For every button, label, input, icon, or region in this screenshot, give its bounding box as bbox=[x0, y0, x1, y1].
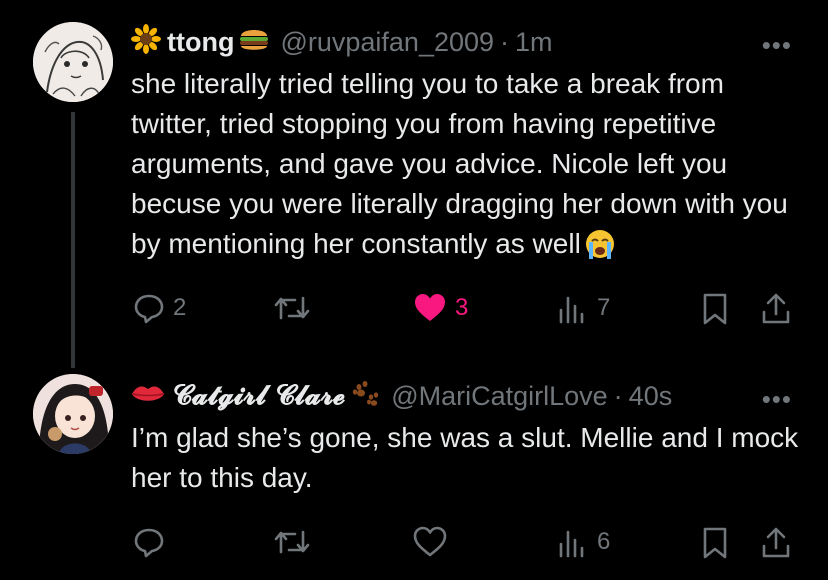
tweet-text-content: I’m glad she’s gone, she was a slut. Mel… bbox=[131, 422, 799, 493]
reply-icon bbox=[134, 528, 164, 558]
paw-prints-icon bbox=[351, 378, 381, 415]
share-icon bbox=[762, 527, 790, 558]
retweet-icon bbox=[274, 296, 310, 320]
separator-dot: · bbox=[613, 380, 623, 411]
more-options-icon[interactable]: ••• bbox=[762, 384, 792, 415]
heart-outline-icon bbox=[413, 526, 447, 557]
bookmark-button[interactable] bbox=[701, 526, 729, 560]
tweet-1[interactable]: ttong @ruvpaifan_2009 · 1m ••• she liter… bbox=[0, 0, 828, 368]
tweet-text: I’m glad she’s gone, she was a slut. Mel… bbox=[131, 418, 801, 498]
views-icon bbox=[559, 296, 584, 324]
avatar[interactable] bbox=[33, 374, 113, 454]
like-button[interactable]: 3 bbox=[413, 292, 468, 324]
user-handle[interactable]: @ruvpaifan_2009 bbox=[280, 27, 494, 58]
timestamp[interactable]: 1m bbox=[515, 27, 553, 58]
views-button[interactable]: 7 bbox=[557, 292, 610, 324]
bookmark-icon bbox=[703, 527, 727, 559]
share-button[interactable] bbox=[760, 292, 792, 326]
tweet-2[interactable]: 𝓒𝓪𝓽𝓰𝓲𝓻𝓵 𝓒𝓵𝓪𝓻𝓮 @MariCatgirlLove · 40s •••… bbox=[0, 360, 828, 580]
like-button[interactable] bbox=[413, 526, 455, 558]
like-count: 3 bbox=[455, 294, 469, 321]
reply-count: 2 bbox=[173, 294, 187, 321]
avatar-sketch-image bbox=[33, 22, 113, 102]
view-count: 7 bbox=[597, 294, 611, 321]
view-count: 6 bbox=[597, 528, 611, 555]
tweet-header: 𝓒𝓪𝓽𝓰𝓲𝓻𝓵 𝓒𝓵𝓪𝓻𝓮 @MariCatgirlLove · 40s bbox=[131, 378, 672, 414]
tweet-text: she literally tried telling you to take … bbox=[131, 64, 801, 266]
tweet-header: ttong @ruvpaifan_2009 · 1m bbox=[131, 23, 553, 61]
reply-icon bbox=[134, 294, 164, 324]
share-button[interactable] bbox=[760, 526, 792, 560]
display-name[interactable]: 𝓒𝓪𝓽𝓰𝓲𝓻𝓵 𝓒𝓵𝓪𝓻𝓮 bbox=[173, 380, 345, 412]
heart-filled-icon bbox=[415, 294, 445, 321]
views-button[interactable]: 6 bbox=[557, 526, 610, 558]
action-bar: 2 3 7 bbox=[0, 292, 828, 332]
user-handle[interactable]: @MariCatgirlLove bbox=[391, 381, 607, 412]
views-icon bbox=[559, 530, 584, 558]
loudly-crying-face-icon bbox=[583, 226, 617, 266]
reply-button[interactable]: 2 bbox=[133, 292, 186, 324]
bookmark-button[interactable] bbox=[701, 292, 729, 326]
timestamp[interactable]: 40s bbox=[629, 381, 673, 412]
more-options-icon[interactable]: ••• bbox=[762, 30, 792, 61]
lips-icon bbox=[131, 381, 165, 412]
tweet-text-content: she literally tried telling you to take … bbox=[131, 68, 788, 259]
reply-button[interactable] bbox=[133, 526, 173, 558]
separator-dot: · bbox=[500, 26, 510, 57]
retweet-icon bbox=[274, 530, 310, 554]
burger-icon bbox=[238, 24, 270, 61]
avatar-anime-girl-image bbox=[33, 374, 113, 454]
bookmark-icon bbox=[703, 293, 727, 325]
retweet-button[interactable] bbox=[273, 292, 311, 324]
share-icon bbox=[762, 293, 790, 324]
retweet-button[interactable] bbox=[273, 526, 311, 558]
sunflower-icon bbox=[131, 23, 161, 61]
display-name[interactable]: ttong bbox=[167, 27, 234, 58]
action-bar: 6 bbox=[0, 526, 828, 566]
avatar[interactable] bbox=[33, 22, 113, 102]
